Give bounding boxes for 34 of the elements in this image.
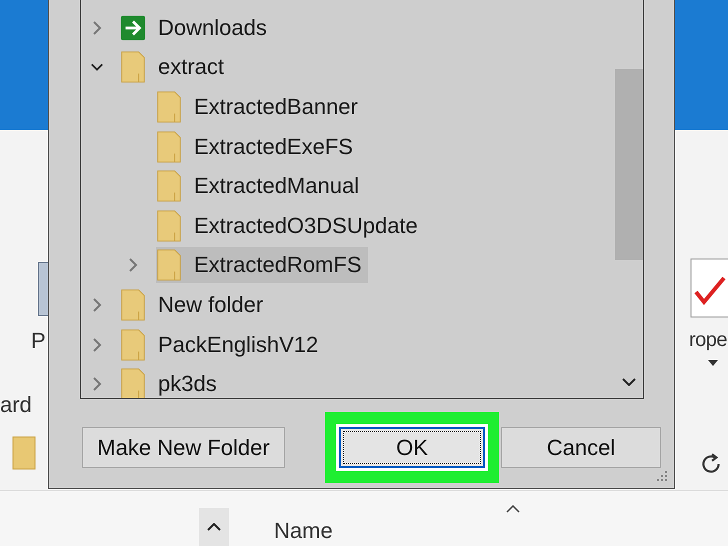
sort-caret-icon xyxy=(506,505,520,513)
scroll-down-icon[interactable] xyxy=(622,378,636,386)
folder-icon xyxy=(12,436,36,470)
tree-item[interactable]: pk3ds xyxy=(120,366,223,398)
dialog-button[interactable]: Make New Folder xyxy=(82,427,285,468)
ribbon-label: P xyxy=(31,330,46,352)
dialog-button[interactable]: OK xyxy=(339,427,485,468)
tree-item[interactable]: ExtractedExeFS xyxy=(156,128,359,165)
folder-icon xyxy=(120,368,146,398)
tree-item[interactable]: extract xyxy=(120,49,230,86)
folder-icon xyxy=(120,51,146,84)
tree-item[interactable]: Downloads xyxy=(120,10,273,46)
dropdown-icon[interactable] xyxy=(708,360,718,366)
folder-icon xyxy=(156,249,182,282)
checkmark-icon[interactable] xyxy=(690,258,728,318)
tree-item[interactable]: ExtractedBanner xyxy=(156,88,364,125)
folder-icon xyxy=(156,210,182,242)
folder-icon xyxy=(156,90,182,123)
ribbon-label: ard xyxy=(0,394,32,416)
tree-item[interactable]: PackEnglishV12 xyxy=(120,326,324,363)
tree-item[interactable]: ExtractedRomFS xyxy=(156,247,368,284)
folder-icon xyxy=(156,170,182,202)
scroll-up-button[interactable] xyxy=(199,508,229,546)
folder-icon xyxy=(120,328,146,361)
scroll-thumb[interactable] xyxy=(615,69,643,260)
tree-item[interactable]: ExtractedO3DSUpdate xyxy=(156,208,424,244)
tree-item[interactable]: New folder xyxy=(120,286,270,323)
folder-icon xyxy=(120,288,146,321)
column-header[interactable]: Name xyxy=(274,520,333,542)
dialog-button[interactable]: Cancel xyxy=(501,427,661,468)
folder-icon xyxy=(156,130,182,163)
resize-grip-icon[interactable] xyxy=(656,470,668,482)
ribbon-label: rope xyxy=(689,330,728,350)
tree-item[interactable]: ExtractedManual xyxy=(156,168,366,204)
